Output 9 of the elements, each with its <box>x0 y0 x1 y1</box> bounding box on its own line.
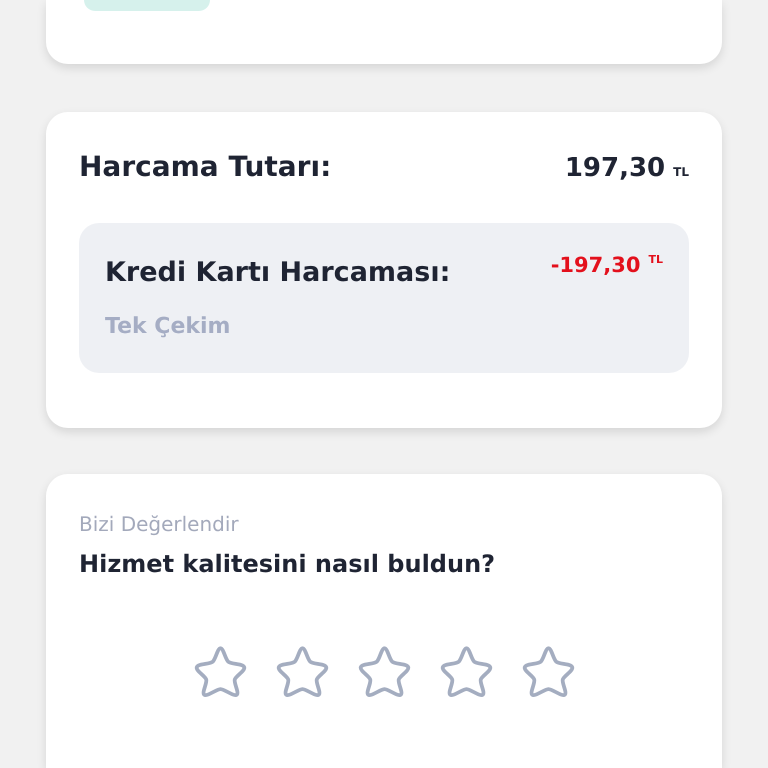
question-text: Hizmet kalitesini nasıl buldun? <box>79 550 496 578</box>
spending-label: Harcama Tutarı: <box>79 150 332 183</box>
payment-type: Tek Çekim <box>105 314 232 339</box>
section-title: Bizi Değerlendir <box>79 512 240 536</box>
currency-label: TL <box>673 165 689 179</box>
spending-amount: 197,30 <box>564 153 666 183</box>
transaction-amount: -197,30 <box>550 253 640 277</box>
transaction-label: Kredi Kartı Harcaması: <box>105 257 452 288</box>
currency-label: TL <box>648 253 663 266</box>
